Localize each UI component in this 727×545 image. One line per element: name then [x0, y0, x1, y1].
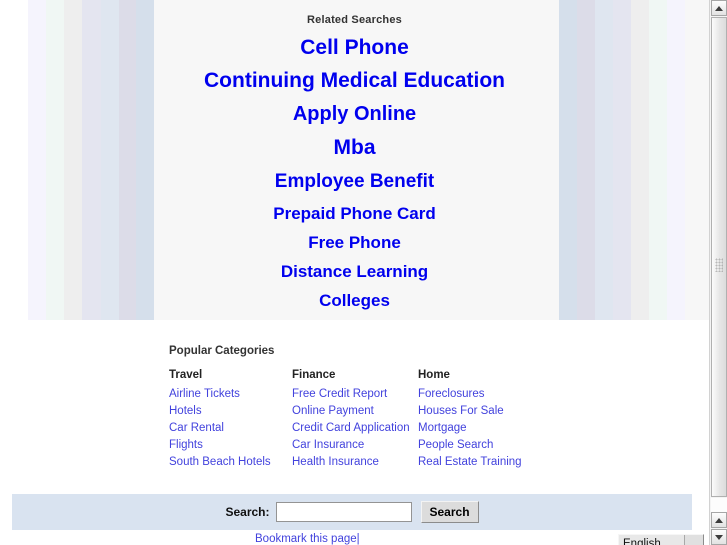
category-link[interactable]: Free Credit Report: [292, 386, 418, 403]
language-select[interactable]: English: [618, 534, 704, 545]
category-link[interactable]: Hotels: [169, 403, 292, 420]
scroll-down-button[interactable]: [711, 529, 727, 545]
category-link[interactable]: Credit Card Application: [292, 420, 418, 437]
category-link[interactable]: Car Rental: [169, 420, 292, 437]
bookmark-this-page-link[interactable]: Bookmark this page: [255, 533, 357, 545]
category-link[interactable]: South Beach Hotels: [169, 454, 292, 471]
background-stripe: [46, 0, 64, 320]
category-link[interactable]: Foreclosures: [418, 386, 588, 403]
background-stripe: [136, 0, 154, 320]
scrollbar-grip-icon: [715, 258, 723, 272]
category-link[interactable]: Houses For Sale: [418, 403, 588, 420]
background-stripe: [64, 0, 82, 320]
background-stripe: [577, 0, 595, 320]
category-link[interactable]: Flights: [169, 437, 292, 454]
related-search-link[interactable]: Continuing Medical Education: [154, 69, 555, 92]
link-separator: |: [356, 533, 360, 545]
related-search-link[interactable]: Free Phone: [154, 234, 555, 252]
category-link[interactable]: Health Insurance: [292, 454, 418, 471]
language-select-value: English: [623, 538, 661, 545]
background-stripe: [631, 0, 649, 320]
related-search-link[interactable]: Mba: [154, 137, 555, 159]
related-searches-title: Related Searches: [307, 14, 402, 26]
scroll-down-button-upper[interactable]: [711, 512, 727, 528]
related-searches-section: Related Searches Cell Phone Continuing M…: [0, 0, 709, 320]
background-stripe: [559, 0, 577, 320]
bottom-links: Bookmark this page|: [255, 533, 360, 545]
footer-search-bar: Search: Search: [12, 494, 692, 530]
related-search-link[interactable]: Cell Phone: [154, 36, 555, 59]
scrollbar-thumb[interactable]: [711, 17, 727, 497]
related-searches-panel: Related Searches Cell Phone Continuing M…: [154, 0, 555, 320]
category-column-finance: Finance Free Credit Report Online Paymen…: [292, 369, 418, 471]
search-input[interactable]: [275, 502, 412, 522]
vertical-scrollbar[interactable]: [709, 0, 727, 545]
scroll-up-arrow-icon: [715, 5, 723, 11]
category-link[interactable]: Real Estate Training: [418, 454, 588, 471]
search-button[interactable]: Search: [420, 501, 479, 523]
category-column-home: Home Foreclosures Houses For Sale Mortga…: [418, 369, 588, 471]
background-stripe: [595, 0, 613, 320]
category-link[interactable]: Airline Tickets: [169, 386, 292, 403]
related-search-link[interactable]: Distance Learning: [154, 262, 555, 281]
category-link[interactable]: Mortgage: [418, 420, 588, 437]
scroll-up-button[interactable]: [711, 0, 727, 16]
category-heading: Home: [418, 369, 450, 381]
scrollbar-track[interactable]: [711, 498, 727, 512]
background-stripe: [82, 0, 101, 320]
search-label: Search:: [225, 505, 270, 519]
page-viewport: Related Searches Cell Phone Continuing M…: [0, 0, 709, 545]
background-stripe: [28, 0, 46, 320]
category-link[interactable]: Car Insurance: [292, 437, 418, 454]
background-stripe: [649, 0, 667, 320]
related-search-link[interactable]: Colleges: [154, 291, 555, 310]
background-stripe: [667, 0, 685, 320]
popular-categories-section: Popular Categories Travel Airline Ticket…: [169, 345, 589, 471]
background-stripe: [119, 0, 136, 320]
categories-columns: Travel Airline Tickets Hotels Car Rental…: [169, 369, 589, 471]
category-link[interactable]: Online Payment: [292, 403, 418, 420]
related-search-link[interactable]: Apply Online: [154, 104, 555, 125]
category-heading: Travel: [169, 369, 203, 381]
scroll-up-arrow-icon: [715, 517, 723, 523]
category-heading: Finance: [292, 369, 336, 381]
related-search-link[interactable]: Employee Benefit: [154, 172, 555, 192]
chevron-down-icon: [684, 535, 703, 545]
background-stripe: [685, 0, 709, 320]
popular-categories-title: Popular Categories: [169, 345, 275, 357]
category-link[interactable]: People Search: [418, 437, 588, 454]
background-stripe: [613, 0, 631, 320]
related-search-link[interactable]: Prepaid Phone Card: [154, 205, 555, 223]
scroll-down-arrow-icon: [715, 534, 723, 540]
category-column-travel: Travel Airline Tickets Hotels Car Rental…: [169, 369, 292, 471]
background-stripe: [101, 0, 119, 320]
